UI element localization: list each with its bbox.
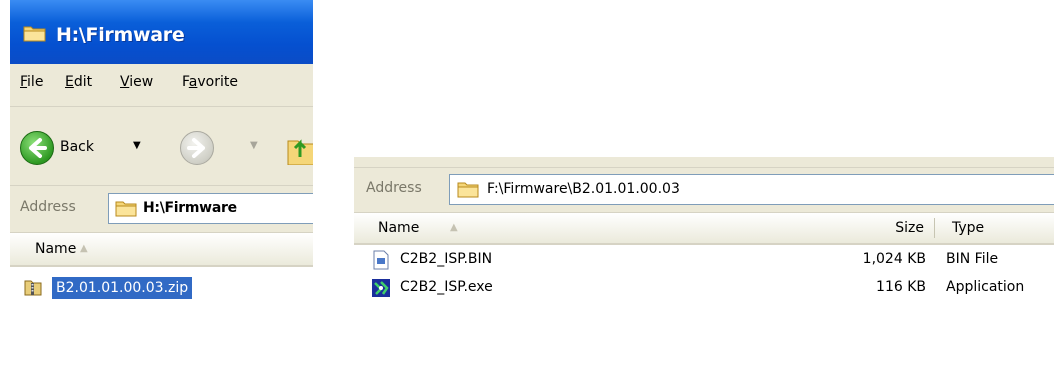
menu-edit[interactable]: Edit — [65, 74, 92, 90]
folder-icon — [115, 201, 137, 217]
address-value: H:\Firmware — [143, 200, 237, 216]
file-list: B2.01.01.00.03.zip — [10, 267, 313, 385]
toolbar: Back ▼ ▼ — [10, 107, 313, 186]
address-input[interactable]: H:\Firmware — [108, 193, 313, 224]
column-header-size[interactable]: Size — [854, 220, 924, 236]
file-name-selected: B2.01.01.00.03.zip — [52, 277, 193, 299]
up-folder-icon[interactable] — [284, 131, 313, 165]
sort-ascending-icon: ▲ — [450, 222, 458, 233]
left-explorer-window: H:\Firmware File Edit View Favorite Back… — [10, 0, 313, 385]
file-size: 1,024 KB — [862, 251, 926, 267]
menu-favorites[interactable]: Favorite — [182, 74, 238, 90]
column-header: Name ▲ Size Type — [354, 213, 1054, 245]
file-name: C2B2_ISP.exe — [400, 279, 493, 295]
back-dropdown-icon[interactable]: ▼ — [133, 140, 141, 151]
window-title: H:\Firmware — [56, 24, 185, 46]
file-row[interactable]: C2B2_ISP.BIN 1,024 KB BIN File — [354, 246, 1054, 274]
file-list: C2B2_ISP.BIN 1,024 KB BIN File C2B2_ISP.… — [354, 246, 1054, 302]
column-header-name[interactable]: Name — [378, 220, 419, 236]
back-button[interactable]: Back ▼ — [20, 131, 150, 165]
back-arrow-icon — [20, 131, 54, 165]
file-type: Application — [946, 279, 1025, 295]
right-explorer-window: Address F:\Firmware\B2.01.01.00.03 Name … — [354, 157, 1054, 385]
address-value: F:\Firmware\B2.01.01.00.03 — [487, 181, 680, 197]
title-bar[interactable]: H:\Firmware — [10, 0, 313, 64]
column-divider[interactable] — [934, 218, 935, 238]
column-header: Name ▲ — [10, 233, 313, 267]
address-input[interactable]: F:\Firmware\B2.01.01.00.03 — [449, 174, 1054, 205]
file-size: 116 KB — [876, 279, 926, 295]
bin-file-icon — [373, 250, 389, 270]
zip-folder-icon — [24, 280, 42, 296]
forward-dropdown-icon[interactable]: ▼ — [250, 140, 258, 151]
menu-view[interactable]: View — [120, 74, 153, 90]
column-header-type[interactable]: Type — [952, 220, 984, 236]
file-type: BIN File — [946, 251, 999, 267]
sort-ascending-icon: ▲ — [80, 243, 88, 254]
menu-file[interactable]: File — [20, 74, 43, 90]
folder-icon — [23, 26, 46, 42]
address-bar: Address H:\Firmware — [10, 186, 313, 233]
toolbar-edge — [354, 157, 1054, 168]
column-header-name[interactable]: Name — [35, 241, 76, 257]
menu-bar: File Edit View Favorite — [10, 64, 313, 107]
application-icon — [372, 279, 390, 297]
forward-button[interactable] — [180, 131, 214, 165]
address-label: Address — [366, 180, 422, 196]
address-bar: Address F:\Firmware\B2.01.01.00.03 — [354, 168, 1054, 213]
file-row[interactable]: C2B2_ISP.exe 116 KB Application — [354, 274, 1054, 302]
back-label: Back — [60, 139, 94, 155]
forward-arrow-icon — [187, 138, 205, 158]
folder-icon — [457, 182, 479, 198]
file-name: C2B2_ISP.BIN — [400, 251, 493, 267]
address-label: Address — [20, 199, 76, 215]
